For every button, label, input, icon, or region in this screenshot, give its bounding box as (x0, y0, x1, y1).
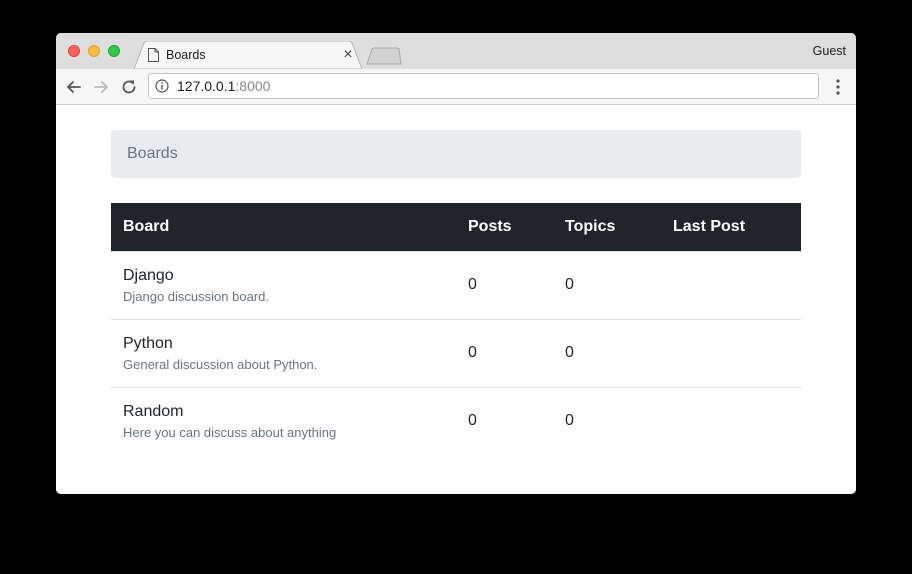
breadcrumb-item-boards: Boards (127, 145, 178, 162)
last-post (661, 250, 801, 319)
header-posts: Posts (468, 217, 512, 235)
topics-count: 0 (553, 318, 661, 387)
posts-count: 0 (456, 386, 553, 455)
header-last-post: Last Post (673, 217, 746, 235)
close-icon[interactable]: × (340, 45, 356, 65)
header-board: Board (123, 217, 170, 235)
board-description: Here you can discuss about anything (123, 424, 337, 440)
table-header-row: Board Posts Topics Last Post (111, 203, 801, 251)
zoom-window-button[interactable] (108, 45, 120, 57)
tab-title: Boards (166, 48, 206, 62)
table-row: Django Django discussion board. 0 0 (111, 250, 801, 319)
posts-count: 0 (456, 250, 553, 319)
url-text: 127.0.0.1:8000 (177, 78, 270, 94)
last-post (661, 318, 801, 387)
profile-label[interactable]: Guest (813, 44, 846, 58)
board-name[interactable]: Python (123, 335, 444, 353)
new-tab-button[interactable] (366, 47, 402, 65)
page-content: Boards Board Posts Topics Last Post Djan… (56, 105, 856, 494)
boards-table: Board Posts Topics Last Post Django Djan… (111, 203, 801, 455)
address-bar[interactable]: 127.0.0.1:8000 (148, 73, 819, 99)
page-icon (148, 48, 159, 62)
forward-arrow-icon[interactable] (91, 77, 111, 97)
table-row: Python General discussion about Python. … (111, 318, 801, 387)
breadcrumb: Boards (111, 130, 801, 178)
topics-count: 0 (553, 386, 661, 455)
close-window-button[interactable] (68, 45, 80, 57)
board-name[interactable]: Django (123, 267, 444, 285)
tab-bar: Boards × Guest (56, 33, 856, 69)
table-body: Django Django discussion board. 0 0 Pyth… (111, 250, 801, 455)
topics-count: 0 (553, 250, 661, 319)
board-name[interactable]: Random (123, 403, 444, 421)
browser-window: Boards × Guest 127.0.0.1:8000 Boards Boa… (56, 33, 856, 494)
browser-toolbar: 127.0.0.1:8000 (56, 69, 856, 105)
browser-tab-boards[interactable]: Boards × (134, 41, 362, 69)
url-port: :8000 (235, 78, 271, 94)
table-header: Board Posts Topics Last Post (111, 203, 801, 251)
url-host: 127.0.0.1 (177, 78, 236, 94)
header-topics: Topics (565, 217, 616, 235)
table-row: Random Here you can discuss about anythi… (111, 386, 801, 455)
info-icon[interactable] (155, 79, 169, 93)
kebab-menu-icon[interactable] (832, 77, 844, 97)
board-cell: Python General discussion about Python. (111, 318, 456, 387)
last-post (661, 386, 801, 455)
back-arrow-icon[interactable] (64, 77, 84, 97)
board-description: Django discussion board. (123, 288, 269, 304)
minimize-window-button[interactable] (88, 45, 100, 57)
board-cell: Django Django discussion board. (111, 250, 456, 319)
board-cell: Random Here you can discuss about anythi… (111, 386, 456, 455)
reload-icon[interactable] (119, 77, 139, 97)
board-description: General discussion about Python. (123, 356, 318, 372)
posts-count: 0 (456, 318, 553, 387)
